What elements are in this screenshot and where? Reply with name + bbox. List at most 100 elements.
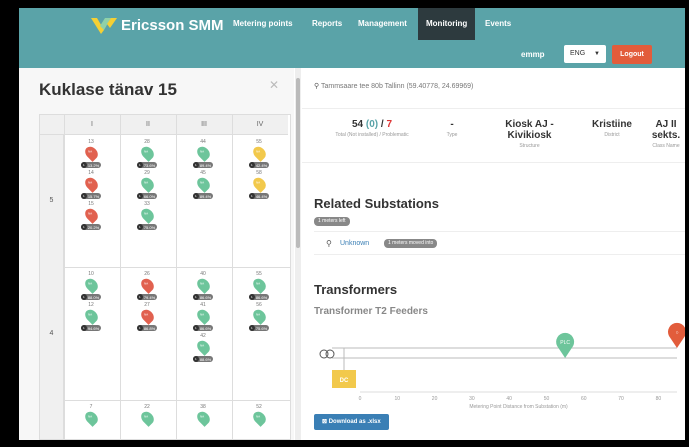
meter-pin-icon[interactable]: NA: [250, 175, 268, 193]
left-scrollbar[interactable]: [295, 68, 301, 440]
excel-icon: ⊠: [322, 419, 328, 425]
meter-number: 15: [88, 201, 94, 207]
meter-number: 42: [200, 333, 206, 339]
meter-pin-icon[interactable]: NA: [250, 409, 268, 427]
badge-count: 1: [136, 325, 143, 331]
meter-pin-icon[interactable]: NA: [250, 144, 268, 162]
stats-row: 54 (0) / 7 Total (Not installed) / Probl…: [302, 108, 685, 163]
meter-pin-icon[interactable]: NA: [82, 276, 100, 294]
meter-pin-icon[interactable]: NA: [82, 175, 100, 193]
meter-number: 27: [144, 302, 150, 308]
meter-pin-icon[interactable]: NA: [194, 307, 212, 325]
meter-pin-icon[interactable]: NA: [138, 206, 156, 224]
meter-badge: 1 75.6%: [248, 325, 270, 331]
badge-percent: 94.6%: [87, 325, 100, 331]
meter-pin-icon[interactable]: NA: [82, 144, 100, 162]
meter-pin-icon[interactable]: NA: [250, 307, 268, 325]
meter-pin-icon[interactable]: NA: [138, 276, 156, 294]
nav-metering-points[interactable]: Metering points: [225, 8, 301, 40]
badge-percent: 89.4%: [199, 193, 212, 199]
language-value: ENG: [570, 50, 586, 57]
meter-marker-icon[interactable]: PLC: [556, 332, 575, 358]
x-tick-label: 50: [544, 396, 550, 402]
meter-pin-icon[interactable]: NA: [82, 409, 100, 427]
meter-number: 13: [88, 139, 94, 145]
meter-number: 40: [200, 271, 206, 277]
meter-pin-label: NA: [255, 281, 260, 286]
stat-class-value: AJ II sekts.: [651, 119, 681, 141]
x-tick-label: 10: [395, 396, 401, 402]
address: ⚲ Tammsaare tee 80b Tallinn (59.40778, 2…: [314, 82, 473, 90]
meter-number: 22: [144, 404, 150, 410]
meter-badge: 1 13.2%: [80, 162, 102, 168]
meter-pin-icon[interactable]: NA: [82, 206, 100, 224]
feeder-cell: 52 NA: [232, 402, 286, 427]
username[interactable]: emmp: [521, 50, 545, 59]
meter-pin-icon[interactable]: NA: [138, 409, 156, 427]
details-panel: ⚲ Tammsaare tee 80b Tallinn (59.40778, 2…: [302, 68, 685, 440]
logout-button[interactable]: Logout: [612, 45, 652, 64]
meter-number: 33: [144, 201, 150, 207]
meter-number: 58: [256, 170, 262, 176]
nav-management[interactable]: Management: [350, 8, 415, 40]
badge-count: 1: [192, 356, 199, 362]
badge-count: 1: [248, 325, 255, 331]
meter-pin-icon[interactable]: NA: [82, 307, 100, 325]
top-navigation-bar: Ericsson SMM Metering points Reports Man…: [19, 8, 685, 68]
nav-events[interactable]: Events: [477, 8, 519, 40]
meter-number: 41: [200, 302, 206, 308]
meter-pin-icon[interactable]: NA: [194, 338, 212, 356]
download-xlsx-button[interactable]: ⊠ Download as .xlsx: [314, 414, 389, 430]
brand-name: Ericsson SMM: [121, 16, 224, 34]
meters-left-badge: 1 meters left: [314, 217, 350, 226]
badge-count: 1: [80, 294, 87, 300]
column-header: III: [176, 115, 232, 135]
meter-pin-label: NA: [143, 149, 148, 154]
badge-percent: 79.4%: [143, 294, 156, 300]
badge-percent: 46.4%: [255, 193, 268, 199]
substation-panel: Kuklase tänav 15 ✕ I II III IV 5 13 NA 1 13.2% 14…: [19, 68, 294, 440]
meter-pin-icon[interactable]: NA: [250, 276, 268, 294]
nav-monitoring[interactable]: Monitoring: [418, 8, 476, 40]
meter-badge: 1 89.4%: [192, 162, 214, 168]
stat-class-label: Class Name: [652, 143, 680, 149]
row-divider: [40, 400, 290, 401]
meter-marker-icon[interactable]: ○: [668, 322, 685, 348]
meter-pin-icon[interactable]: NA: [194, 409, 212, 427]
meter-pin-label: NA: [143, 211, 148, 216]
stat-total-value: 54 (0) / 7: [351, 119, 393, 130]
meter-badge: 1 86.6%: [248, 294, 270, 300]
ericsson-logo-icon: [91, 18, 117, 34]
badge-count: 1: [248, 193, 255, 199]
x-tick-label: 0: [359, 396, 362, 402]
meter-pin-label: NA: [199, 343, 204, 348]
badge-count: 1: [80, 193, 87, 199]
meter-pin-icon[interactable]: NA: [138, 144, 156, 162]
badge-count: 1: [136, 162, 143, 168]
feeder-cell: 7 NA: [64, 402, 118, 427]
feeder-cell: 22 NA: [120, 402, 174, 427]
x-tick-label: 80: [656, 396, 662, 402]
brand[interactable]: Ericsson SMM: [91, 16, 224, 34]
meter-pin-icon[interactable]: NA: [138, 175, 156, 193]
not-installed-count: (0): [365, 119, 379, 130]
meter-pin-icon[interactable]: NA: [194, 175, 212, 193]
x-tick-label: 60: [581, 396, 587, 402]
badge-percent: 86.6%: [255, 294, 268, 300]
scroll-thumb[interactable]: [296, 78, 300, 248]
app-window: Ericsson SMM Metering points Reports Man…: [19, 8, 685, 440]
meter-number: 12: [88, 302, 94, 308]
feeder-cell: 10 NA 1 88.0% 12 NA 1 94.6%: [64, 269, 118, 331]
nav-reports[interactable]: Reports: [304, 8, 350, 40]
unknown-link[interactable]: Unknown: [340, 240, 369, 247]
language-select[interactable]: ENG ▼: [564, 45, 606, 63]
meter-pin-icon[interactable]: NA: [194, 276, 212, 294]
stat-structure: Kiosk AJ - Kivikiosk Structure: [492, 119, 567, 149]
meter-pin-icon[interactable]: NA: [138, 307, 156, 325]
column-divider: [120, 115, 121, 439]
total-count: 54: [351, 119, 364, 130]
close-icon[interactable]: ✕: [269, 78, 279, 92]
feeder-grid: I II III IV 5 13 NA 1 13.2% 14 NA 1 15.7% 15 NA 1 20.2% 2…: [39, 114, 291, 440]
stat-district-value: Kristiine: [591, 119, 632, 130]
meter-pin-icon[interactable]: NA: [194, 144, 212, 162]
